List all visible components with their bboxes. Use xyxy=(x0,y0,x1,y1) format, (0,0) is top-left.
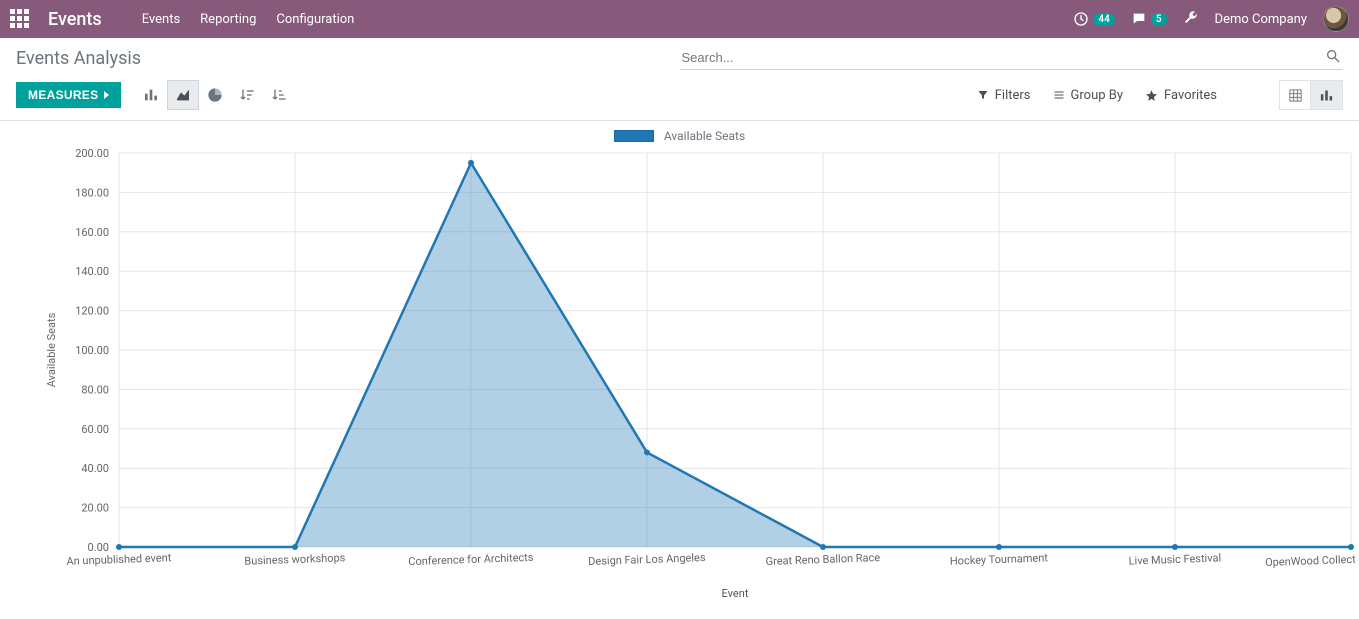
svg-text:40.00: 40.00 xyxy=(81,462,109,475)
activity-badge: 44 xyxy=(1093,13,1114,26)
svg-text:Great Reno Ballon Race: Great Reno Ballon Race xyxy=(765,551,880,568)
svg-text:Event: Event xyxy=(722,587,749,600)
topbar: Events Events Reporting Configuration 44… xyxy=(0,0,1359,38)
chat-icon xyxy=(1131,11,1147,27)
svg-text:Available Seats: Available Seats xyxy=(45,312,58,387)
svg-text:100.00: 100.00 xyxy=(75,344,109,357)
star-icon xyxy=(1145,89,1158,102)
brand-title: Events xyxy=(48,9,102,30)
company-name[interactable]: Demo Company xyxy=(1215,12,1307,27)
developer-tools-button[interactable] xyxy=(1183,9,1199,29)
page-title: Events Analysis xyxy=(16,48,141,69)
line-chart-button[interactable] xyxy=(167,80,199,110)
wrench-icon xyxy=(1183,9,1199,25)
pie-chart-button[interactable] xyxy=(199,80,231,110)
sort-desc-icon xyxy=(239,87,255,103)
pivot-view-button[interactable] xyxy=(1279,80,1311,110)
svg-text:Conference for Architects: Conference for Architects xyxy=(408,551,534,568)
svg-text:140.00: 140.00 xyxy=(75,265,109,278)
svg-text:An unpublished event: An unpublished event xyxy=(66,551,172,568)
view-switcher xyxy=(1279,80,1343,110)
nav-events[interactable]: Events xyxy=(142,12,180,27)
area-chart: 0.00 20.00 40.00 60.00 80.00 100.00 120.00 140.… xyxy=(4,145,1355,605)
svg-text:120.00: 120.00 xyxy=(75,305,109,318)
pie-chart-icon xyxy=(207,87,223,103)
filters-button[interactable]: Filters xyxy=(977,88,1031,103)
graph-view-button[interactable] xyxy=(1311,80,1343,110)
filters-label: Filters xyxy=(995,88,1031,103)
favorites-button[interactable]: Favorites xyxy=(1145,88,1217,103)
favorites-label: Favorites xyxy=(1164,88,1217,103)
filter-group: Filters Group By Favorites xyxy=(977,80,1343,110)
discuss-button[interactable]: 5 xyxy=(1131,11,1167,27)
sort-asc-icon xyxy=(271,87,287,103)
chart-legend: Available Seats xyxy=(4,129,1355,143)
funnel-icon xyxy=(977,89,989,101)
nav-reporting[interactable]: Reporting xyxy=(200,12,256,27)
control-panel: Events Analysis MEASURES xyxy=(0,38,1359,121)
activity-button[interactable]: 44 xyxy=(1073,11,1114,27)
svg-text:Business workshops: Business workshops xyxy=(244,551,346,568)
svg-text:80.00: 80.00 xyxy=(81,383,109,396)
topbar-actions: 44 5 Demo Company xyxy=(1073,6,1349,32)
svg-text:60.00: 60.00 xyxy=(81,423,109,436)
groupby-button[interactable]: Group By xyxy=(1053,88,1124,103)
user-avatar[interactable] xyxy=(1323,6,1349,32)
bar-chart-button[interactable] xyxy=(135,80,167,110)
svg-text:Live Music Festival: Live Music Festival xyxy=(1128,551,1221,567)
search-icon[interactable] xyxy=(1325,48,1341,68)
chart-container: Available Seats 0.00 20.00 40.00 60.00 80.00… xyxy=(0,121,1359,615)
legend-label: Available Seats xyxy=(664,129,745,143)
area-chart-icon xyxy=(175,87,191,103)
nav-links: Events Reporting Configuration xyxy=(142,12,355,27)
clock-icon xyxy=(1073,11,1089,27)
svg-text:20.00: 20.00 xyxy=(81,502,109,515)
groupby-label: Group By xyxy=(1071,88,1124,103)
svg-text:160.00: 160.00 xyxy=(75,226,109,239)
svg-text:180.00: 180.00 xyxy=(75,186,109,199)
svg-text:Hockey Tournament: Hockey Tournament xyxy=(950,551,1049,567)
sort-asc-button[interactable] xyxy=(263,80,295,110)
legend-swatch xyxy=(614,130,654,142)
grid-icon xyxy=(1288,88,1303,103)
sort-desc-button[interactable] xyxy=(231,80,263,110)
list-icon xyxy=(1053,89,1065,101)
svg-text:Design Fair Los Angeles: Design Fair Los Angeles xyxy=(588,551,706,568)
svg-text:OpenWood Collection Online Rev: OpenWood Collection Online Revea xyxy=(1265,550,1355,569)
search-container xyxy=(680,46,1344,70)
chart-type-buttons xyxy=(135,80,295,110)
bar-chart-icon xyxy=(1319,88,1334,103)
search-input[interactable] xyxy=(680,46,1344,69)
chat-badge: 5 xyxy=(1151,13,1167,26)
measures-button[interactable]: MEASURES xyxy=(16,82,121,108)
svg-text:0.00: 0.00 xyxy=(88,541,109,554)
bar-chart-icon xyxy=(143,87,159,103)
nav-configuration[interactable]: Configuration xyxy=(276,12,354,27)
apps-icon[interactable] xyxy=(10,9,30,29)
svg-text:200.00: 200.00 xyxy=(75,147,109,160)
measures-label: MEASURES xyxy=(28,88,98,102)
caret-right-icon xyxy=(104,91,109,99)
